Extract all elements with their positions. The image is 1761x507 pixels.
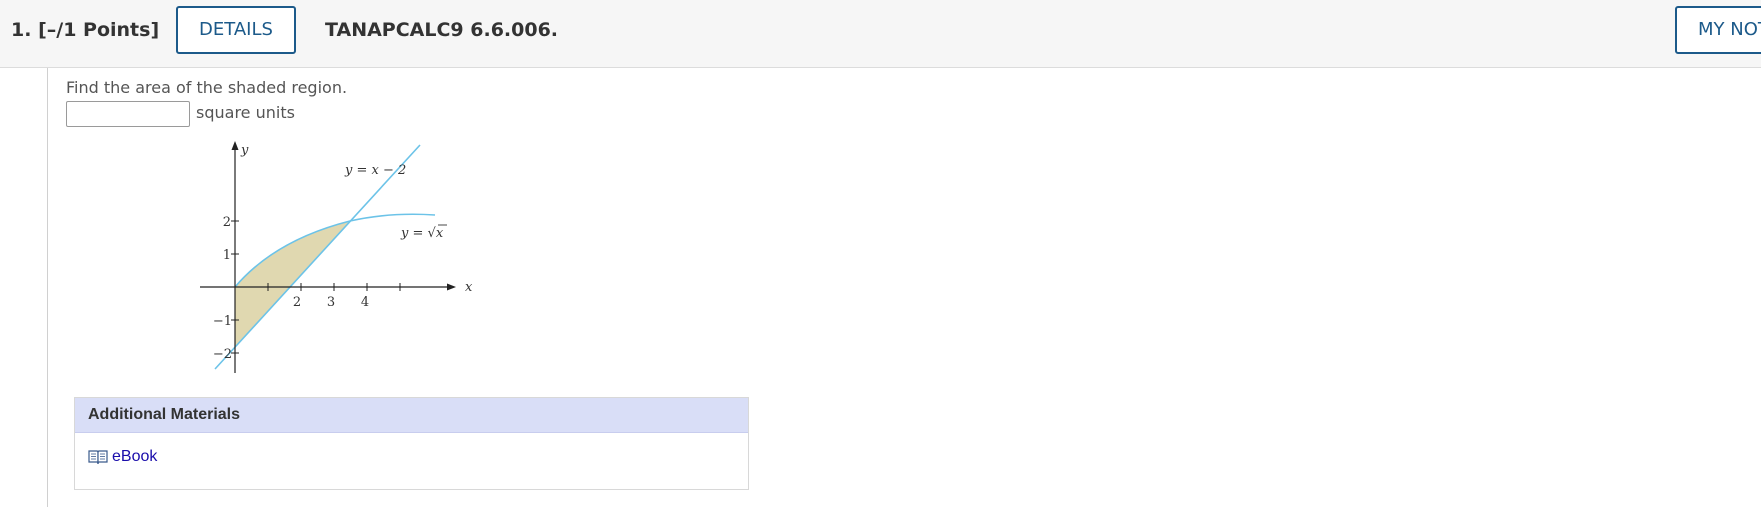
book-icon bbox=[88, 449, 108, 464]
line-y-equals-x-minus-2 bbox=[214, 144, 421, 370]
question-header: 1. [–/1 Points] DETAILS TANAPCALC9 6.6.0… bbox=[0, 0, 1761, 68]
y-axis-arrow bbox=[231, 141, 239, 150]
x-tick-label: 2 bbox=[293, 295, 301, 310]
answer-input[interactable] bbox=[66, 101, 190, 127]
shaded-region-graph: y x 2 3 4 2 1 −1 −2 y = x − 2 y = √x bbox=[200, 141, 473, 373]
curve-label-radicand: x bbox=[436, 226, 444, 241]
units-label: square units bbox=[196, 103, 295, 122]
curve-label: y = √x bbox=[400, 226, 444, 241]
question-code: TANAPCALC9 6.6.006. bbox=[325, 19, 559, 41]
question-number: 1. bbox=[11, 19, 32, 41]
details-button[interactable]: DETAILS bbox=[176, 6, 296, 54]
question-prompt: Find the area of the shaded region. bbox=[66, 78, 348, 97]
x-tick-label: 3 bbox=[327, 295, 335, 310]
y-tick-label: 1 bbox=[223, 248, 231, 263]
curve-label-prefix: y = bbox=[400, 226, 428, 241]
ebook-link[interactable]: eBook bbox=[88, 448, 157, 466]
y-tick-label: −1 bbox=[213, 314, 232, 329]
y-axis-label: y bbox=[240, 143, 249, 158]
additional-materials-panel: Additional Materials eBook bbox=[74, 397, 749, 490]
additional-materials-title: Additional Materials bbox=[75, 398, 748, 433]
question-number-and-points: 1. [–/1 Points] bbox=[11, 19, 159, 41]
y-tick-label: 2 bbox=[223, 215, 231, 230]
x-tick-label: 4 bbox=[361, 295, 369, 310]
x-axis-label: x bbox=[465, 280, 473, 295]
content-divider bbox=[47, 68, 48, 507]
my-notes-button[interactable]: MY NOTES bbox=[1675, 6, 1761, 54]
line-label: y = x − 2 bbox=[344, 163, 406, 178]
points-label: [–/1 Points] bbox=[38, 19, 160, 41]
y-tick-label: −2 bbox=[213, 347, 232, 362]
ebook-label[interactable]: eBook bbox=[112, 448, 157, 466]
x-axis-arrow bbox=[447, 283, 456, 291]
